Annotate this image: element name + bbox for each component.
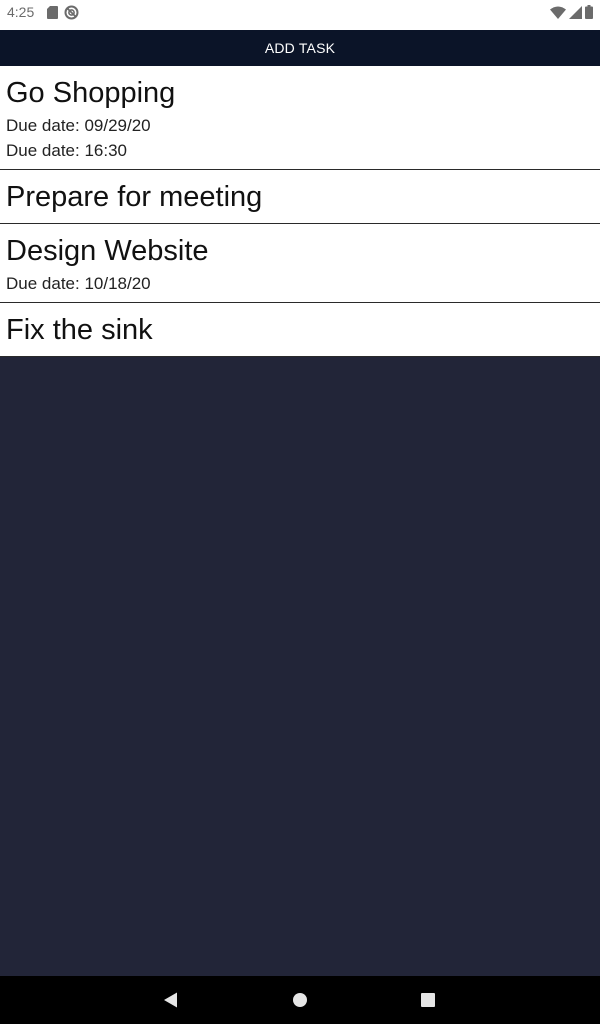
- back-icon[interactable]: [161, 990, 181, 1010]
- recents-icon[interactable]: [418, 990, 438, 1010]
- sd-card-icon: [47, 6, 58, 19]
- task-list: Go Shopping Due date: 09/29/20 Due date:…: [0, 66, 600, 357]
- wifi-icon: [550, 6, 566, 19]
- status-bar: 4:25: [0, 0, 600, 30]
- task-item-go-shopping[interactable]: Go Shopping Due date: 09/29/20 Due date:…: [0, 66, 600, 170]
- task-due-time: Due date: 16:30: [6, 141, 127, 160]
- add-task-button[interactable]: ADD TASK: [0, 30, 600, 66]
- cell-signal-icon: [569, 5, 582, 19]
- status-time: 4:25: [7, 4, 35, 20]
- home-icon[interactable]: [290, 990, 310, 1010]
- navigation-bar: [0, 976, 600, 1024]
- task-title: Fix the sink: [6, 314, 153, 346]
- task-title: Prepare for meeting: [6, 181, 263, 213]
- task-title: Go Shopping: [6, 77, 176, 109]
- task-item-prepare-for-meeting[interactable]: Prepare for meeting: [0, 170, 600, 224]
- task-item-fix-the-sink[interactable]: Fix the sink: [0, 303, 600, 357]
- status-left-icons: [47, 5, 79, 20]
- task-title: Design Website: [6, 235, 209, 267]
- do-not-disturb-icon: [64, 5, 79, 20]
- task-item-design-website[interactable]: Design Website Due date: 10/18/20: [0, 224, 600, 303]
- task-due-date: Due date: 10/18/20: [6, 274, 151, 293]
- task-due-date: Due date: 09/29/20: [6, 116, 151, 135]
- battery-icon: [585, 5, 593, 19]
- status-right-icons: [550, 5, 593, 19]
